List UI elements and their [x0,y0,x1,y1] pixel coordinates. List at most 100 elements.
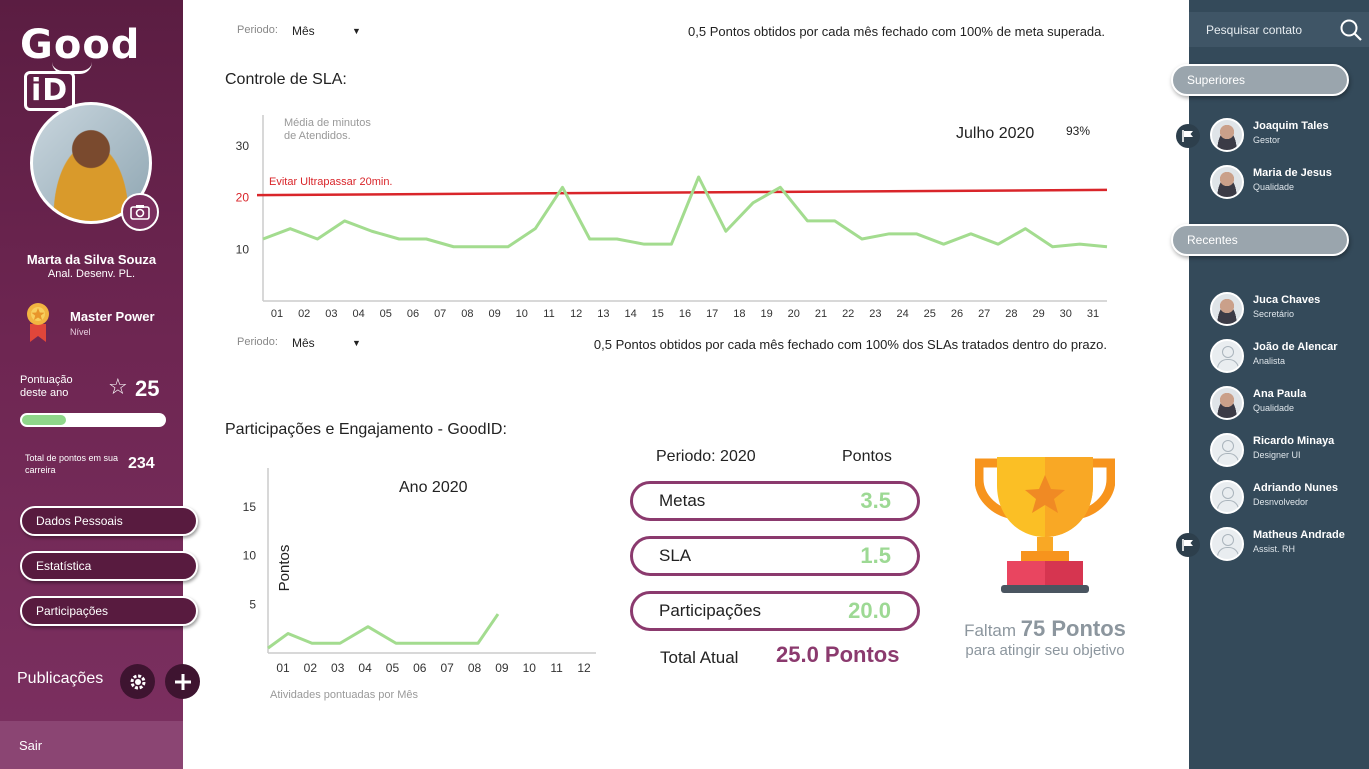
threshold-line [256,188,1108,197]
x-tick-label: 02 [298,308,310,320]
x-tick-label: 05 [380,308,392,320]
plus-icon [174,673,191,690]
search-icon[interactable] [1339,18,1363,42]
contact-name: Ricardo Minaya [1253,435,1335,447]
x-tick-label: 08 [468,661,482,675]
contact-role: Desnvolvedor [1253,497,1309,507]
chevron-down-icon[interactable]: ▼ [352,338,361,348]
contact-item[interactable]: Joaquim Tales Gestor [1210,118,1360,154]
total-label: Total Atual [660,648,739,667]
career-points-value: 234 [128,455,155,472]
gear-icon [130,674,145,689]
nav-dados-pessoais-button[interactable]: Dados Pessoais [20,506,198,536]
user-role: Anal. Desenv. PL. [47,268,136,280]
x-tick-label: 07 [441,661,455,675]
x-tick-label: 09 [495,661,509,675]
y-axis-label: Pontos [276,545,293,592]
add-publication-button[interactable] [165,664,200,699]
contact-item[interactable]: João de Alencar Analista [1210,339,1360,375]
contact-role: Gestor [1253,135,1281,145]
contact-avatar [1210,386,1244,420]
contact-item[interactable]: Ana Paula Qualidade [1210,386,1360,422]
metas-label: Metas [659,491,706,510]
x-tick-label: 08 [461,308,473,320]
missing-points-text: Faltam 75 Pontos [964,616,1126,641]
x-tick-label: 24 [896,308,908,320]
x-tick-label: 11 [550,661,563,675]
sla-chart: Média de minutosde Atendidos. Julho 2020 9… [236,115,1108,320]
flag-icon[interactable] [1176,533,1200,557]
y-tick-label: 15 [243,500,257,514]
y-tick-label: 5 [249,597,256,611]
star-icon: ☆ [108,374,128,399]
top-period-select[interactable]: Mês [292,24,315,38]
x-tick-label: 11 [543,308,554,320]
contact-avatar [1210,118,1244,152]
contact-item[interactable]: Maria de Jesus Qualidade [1210,165,1360,201]
y-tick-label: 20 [236,191,250,205]
contact-role: Designer UI [1253,450,1301,460]
x-tick-label: 30 [1060,308,1072,320]
x-tick-label: 19 [760,308,772,320]
contact-item[interactable]: Matheus Andrade Assist. RH [1210,527,1360,563]
points-year-label: Pontuação deste ano [20,374,73,399]
nav-participacoes-button[interactable]: Participações [20,596,198,626]
user-name: Marta da Silva Souza [26,252,157,267]
contact-name: Joaquim Tales [1253,120,1329,132]
x-tick-label: 09 [488,308,500,320]
x-tick-label: 27 [978,308,990,320]
x-tick-label: 03 [325,308,337,320]
contact-item[interactable]: Adriando Nunes Desnvolvedor [1210,480,1360,516]
medal-icon [27,303,49,342]
missing-points-value: 75 Pontos [1020,616,1126,641]
y-tick-label: 30 [236,139,250,153]
total-value: 25.0 Pontos [776,642,900,667]
sidebar: GoodiD Marta da Silva Souza Anal. Desenv… [0,0,200,769]
user-placeholder-icon [1210,339,1244,373]
x-tick-label: 26 [951,308,963,320]
level-caption: Nível [70,327,91,337]
level-name: Master Power [70,309,155,324]
x-tick-label: 16 [679,308,691,320]
camera-icon[interactable] [121,193,159,231]
user-placeholder-icon [1210,480,1244,514]
logo-smile-icon [52,62,92,74]
superiors-group-button[interactable]: Superiores [1171,64,1349,96]
sla-section-title: Controle de SLA: [225,71,347,88]
contact-item[interactable]: Ricardo Minaya Designer UI [1210,433,1360,469]
x-tick-label: 12 [577,661,591,675]
x-tick-label: 06 [413,661,427,675]
contact-item[interactable]: Juca Chaves Secretário [1210,292,1360,328]
contact-avatar [1210,165,1244,199]
contact-role: Secretário [1253,309,1295,319]
contacts-sidebar: Pesquisar contato [1189,0,1369,769]
settings-gear-button[interactable] [120,664,155,699]
flag-icon[interactable] [1176,124,1200,148]
logout-button[interactable]: Sair [0,721,183,769]
chevron-down-icon[interactable]: ▼ [352,26,361,36]
participacoes-label: Participações [659,601,762,620]
y-tick-label: 10 [243,549,257,563]
metas-value: 3.5 [860,488,891,513]
period-header: Periodo: 2020 [656,448,756,465]
y-axis-label: Média de minutos [284,117,371,129]
x-tick-label: 14 [624,308,636,320]
x-tick-label: 25 [924,308,936,320]
x-tick-label: 04 [358,661,372,675]
sla-points-pill: SLA 1.5 [630,536,920,576]
sla-period-select[interactable]: Mês [292,336,315,350]
recent-group-button[interactable]: Recentes [1171,224,1349,256]
top-period-label: Periodo: [237,24,278,36]
x-tick-label: 02 [304,661,318,675]
x-tick-label: 18 [733,308,745,320]
sla-period-label: Periodo: [237,336,278,348]
participation-section-title: Participações e Engajamento - GoodID: [225,421,507,438]
nav-estatistica-button[interactable]: Estatística [20,551,198,581]
x-tick-label: 28 [1005,308,1017,320]
x-tick-label: 31 [1087,308,1099,320]
x-tick-label: 20 [788,308,800,320]
y-tick-label: 10 [236,242,250,256]
x-tick-label: 10 [523,661,537,675]
contact-name: João de Alencar [1253,341,1338,353]
x-tick-label: 12 [570,308,582,320]
